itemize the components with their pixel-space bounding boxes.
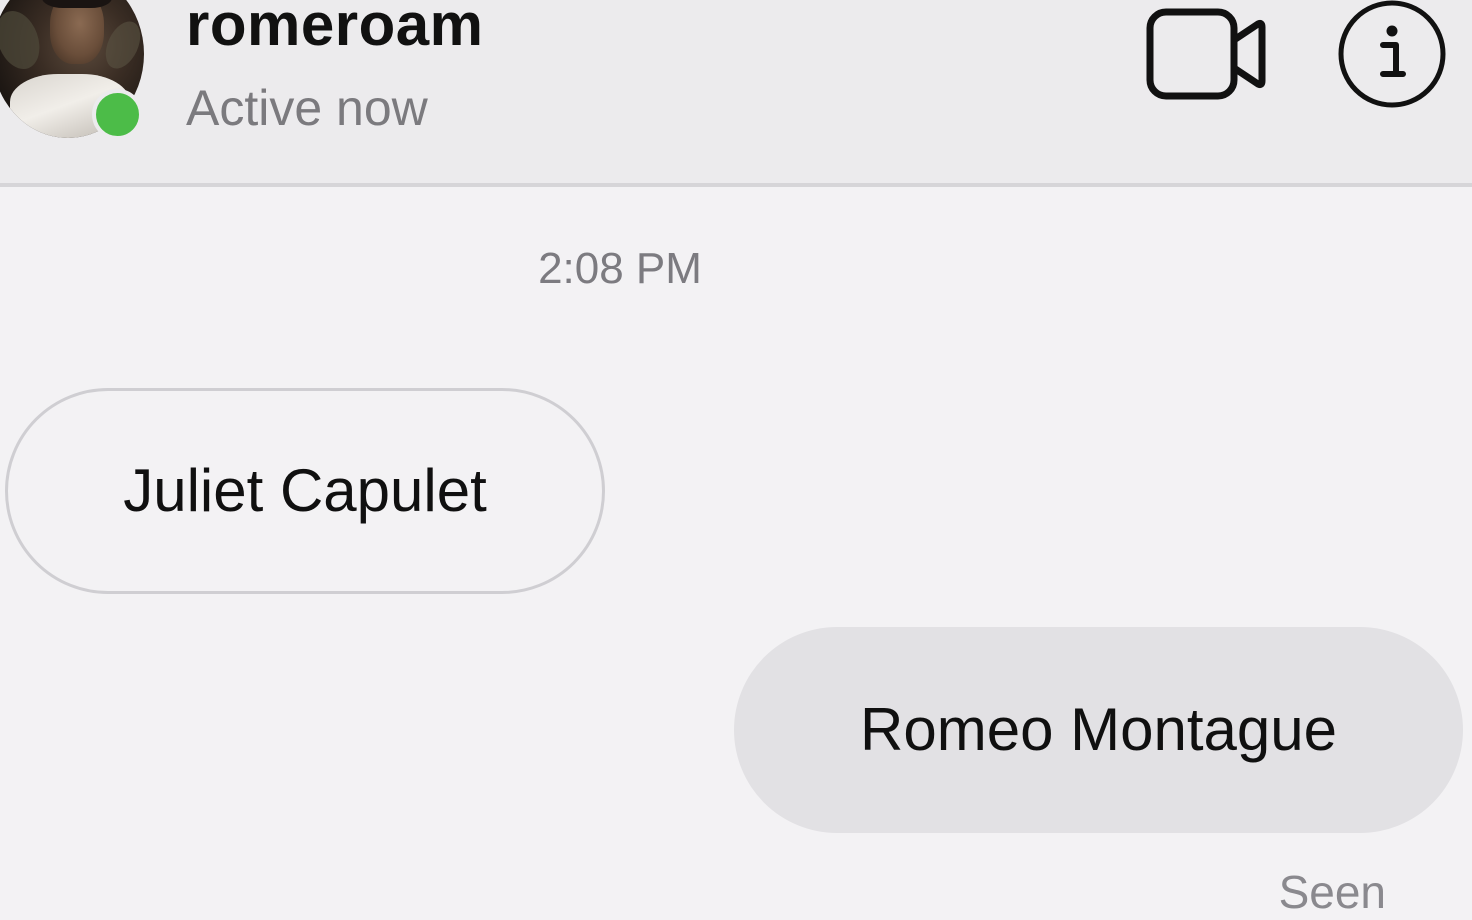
chat-screen: romeroam Active now 2:08 PM Juliet Capul… [0,0,1472,920]
online-status-dot [92,89,143,140]
contact-username[interactable]: romeroam [186,0,483,60]
video-call-button[interactable] [1146,8,1266,100]
active-status: Active now [186,80,428,136]
video-camera-icon [1146,8,1266,100]
conversation-info-button[interactable] [1336,0,1448,110]
read-receipt: Seen [1278,866,1386,918]
chat-header: romeroam Active now [0,0,1472,187]
avatar-hair [42,0,112,8]
message-timestamp: 2:08 PM [538,244,702,293]
message-text: Juliet Capulet [123,457,487,524]
outgoing-message-bubble[interactable]: Romeo Montague [734,627,1463,833]
info-icon [1338,0,1446,108]
message-text: Romeo Montague [860,696,1337,763]
incoming-message-bubble[interactable]: Juliet Capulet [5,388,605,594]
avatar-face [50,0,104,64]
avatar-background [98,16,144,74]
avatar-background [0,4,48,76]
